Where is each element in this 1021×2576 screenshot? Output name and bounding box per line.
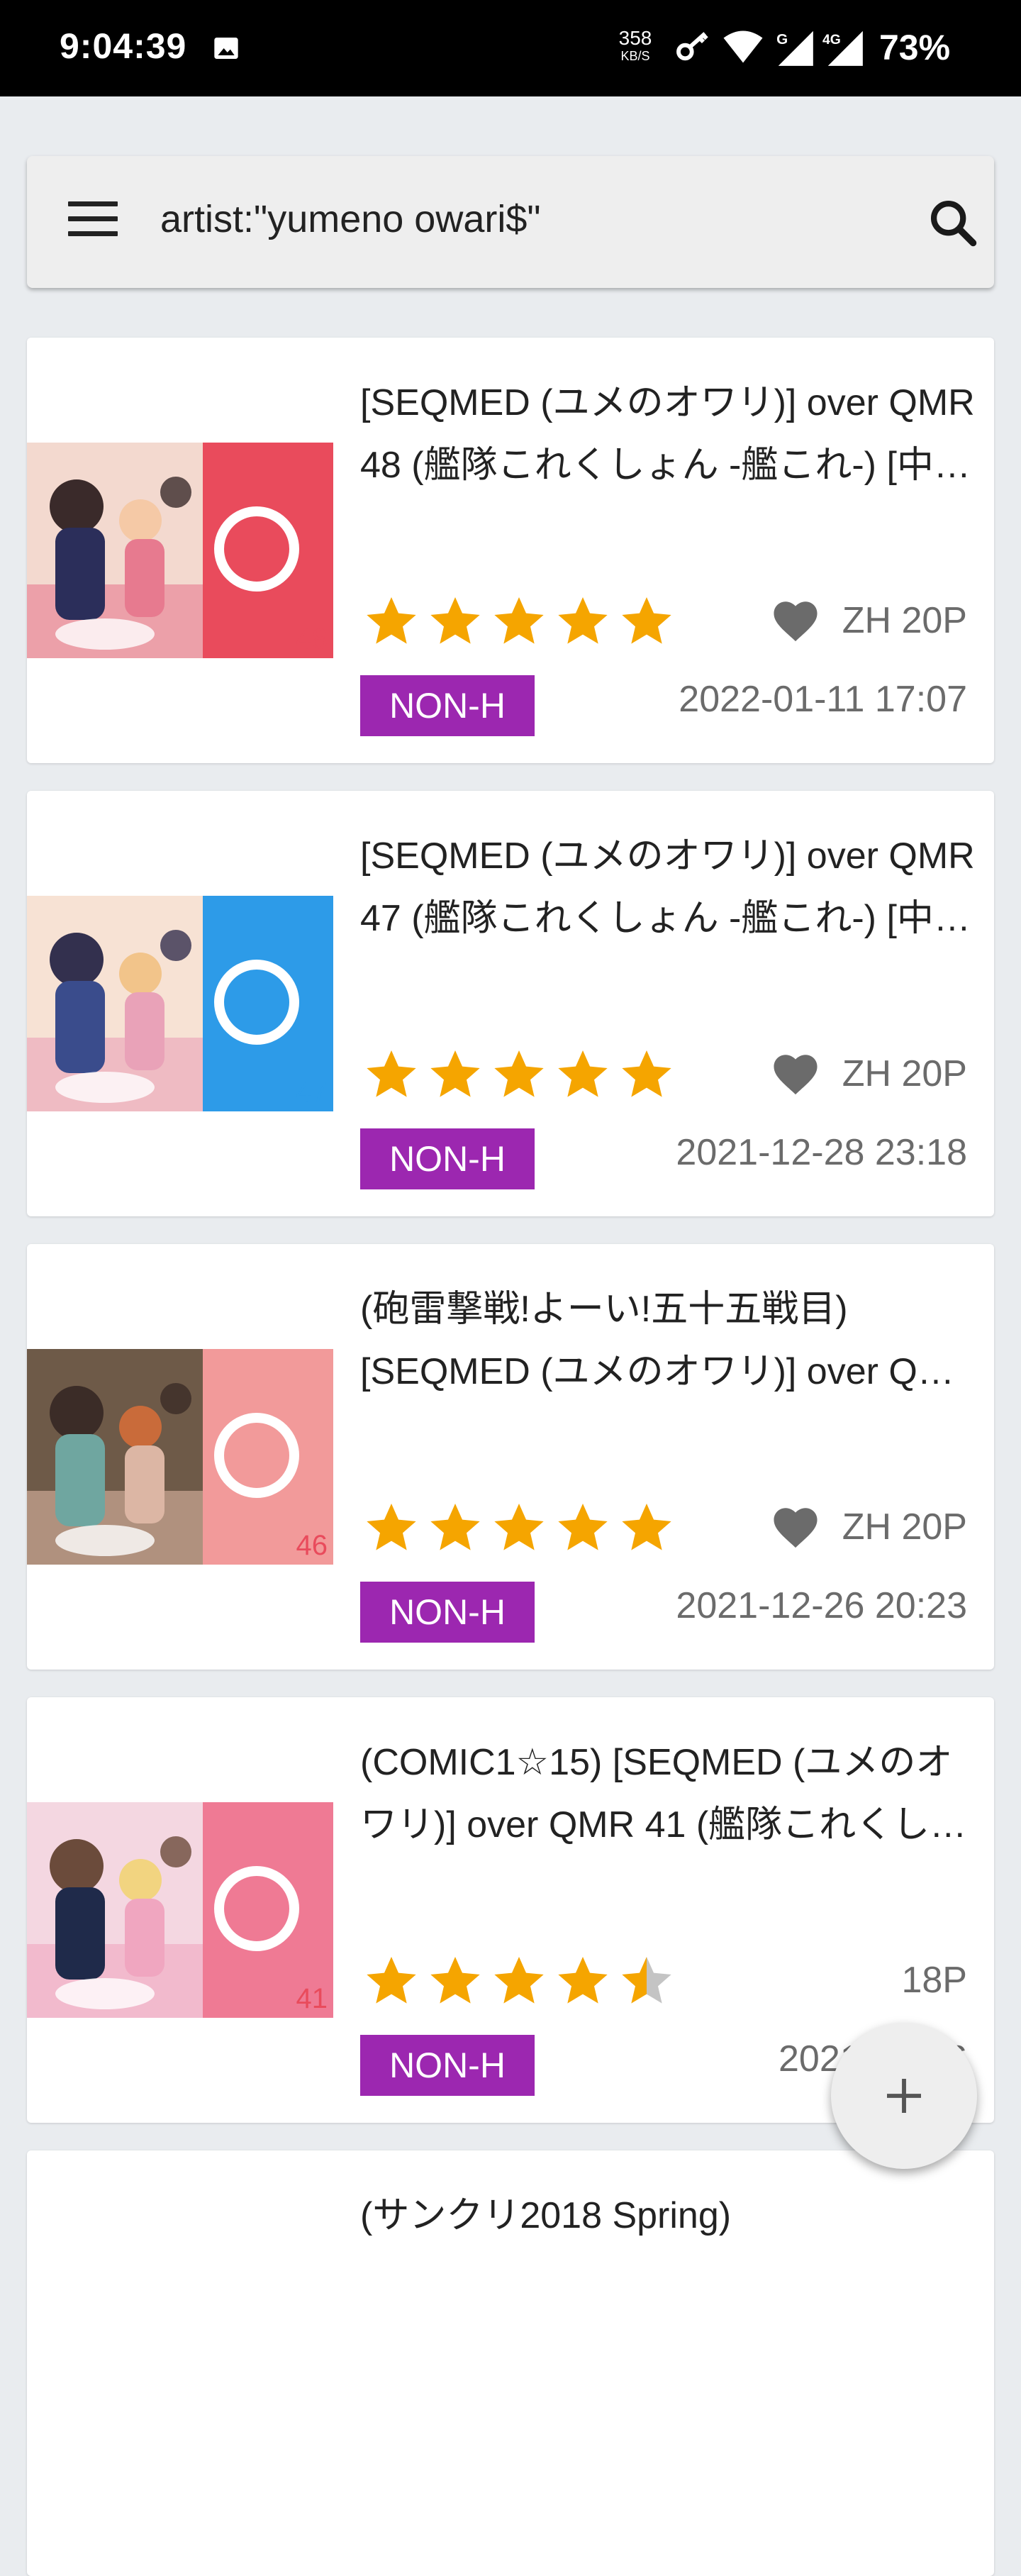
gallery-card[interactable]: 48 [SEQMED (ユメのオワリ)] over QMR 48 (艦隊これくし… <box>27 338 994 763</box>
add-fab-button[interactable] <box>831 2023 977 2169</box>
cover-art-image <box>27 443 203 658</box>
gallery-title: (サンクリ2018 Spring) <box>360 2195 732 2236</box>
cover-title-panel: 41 <box>203 1802 333 2018</box>
star-full-icon <box>363 1499 427 1556</box>
star-full-icon <box>363 1046 427 1103</box>
cover-issue-number: 48 <box>296 623 328 655</box>
gallery-meta: 18P <box>901 1948 967 2012</box>
cover-art-image <box>27 1802 203 2018</box>
posted-date: 2021-12-28 23:18 <box>676 1132 967 1173</box>
cover-title-panel: 48 <box>203 443 333 658</box>
category-badge: NON-H <box>360 675 535 736</box>
image-icon <box>214 38 238 59</box>
gallery-meta: ZH 20P <box>770 589 967 653</box>
language-pages: ZH 20P <box>842 1053 967 1094</box>
gallery-card[interactable]: 46 (砲雷撃戦!よーい!五十五戦目) [SEQMED (ユメのオワリ)] ov… <box>27 1244 994 1670</box>
star-full-icon <box>491 1953 554 2009</box>
cover-title-panel: 47 <box>203 896 333 1111</box>
star-full-icon <box>554 1499 618 1556</box>
star-full-icon <box>427 1046 491 1103</box>
cover-art-image <box>27 896 203 1111</box>
rating-stars <box>363 1953 682 2009</box>
category-badge: NON-H <box>360 1582 535 1643</box>
cover-art-image <box>27 1349 203 1565</box>
rating-stars <box>363 1046 682 1103</box>
star-full-icon <box>491 593 554 650</box>
gallery-title: (COMIC1☆15) [SEQMED (ユメのオワリ)] over QMR 4… <box>360 1742 967 1845</box>
star-full-icon <box>491 1046 554 1103</box>
svg-text:G: G <box>776 31 788 48</box>
category-badge: NON-H <box>360 2035 535 2096</box>
signal-g-icon: G <box>776 30 813 66</box>
posted-date: 2021-12-26 20:23 <box>676 1585 967 1626</box>
language-pages: 18P <box>901 1960 967 2001</box>
heart-icon[interactable] <box>770 1051 821 1097</box>
gallery-card[interactable]: (サンクリ2018 Spring) <box>27 2150 994 2576</box>
rating-stars <box>363 593 682 650</box>
gallery-title: [SEQMED (ユメのオワリ)] over QMR 47 (艦隊これくしょん … <box>360 835 975 939</box>
category-badge: NON-H <box>360 1128 535 1189</box>
gallery-title: [SEQMED (ユメのオワリ)] over QMR 48 (艦隊これくしょん … <box>360 382 975 486</box>
menu-icon[interactable] <box>68 201 118 243</box>
cover-issue-number: 41 <box>296 1983 328 2014</box>
signal-4g-icon: 4G <box>822 30 863 66</box>
language-pages: ZH 20P <box>842 600 967 641</box>
gallery-card[interactable]: 47 [SEQMED (ユメのオワリ)] over QMR 47 (艦隊これくし… <box>27 791 994 1216</box>
rating-stars <box>363 1499 682 1556</box>
gallery-meta: ZH 20P <box>770 1042 967 1106</box>
gallery-meta: ZH 20P <box>770 1495 967 1559</box>
language-pages: ZH 20P <box>842 1506 967 1548</box>
cover-issue-number: 46 <box>296 1530 328 1561</box>
search-bar[interactable]: artist:"yumeno owari$" <box>27 156 994 288</box>
heart-icon[interactable] <box>770 598 821 643</box>
network-speed: 358 KB/S <box>618 27 652 63</box>
star-full-icon <box>618 593 682 650</box>
search-input[interactable]: artist:"yumeno owari$" <box>160 197 541 241</box>
gallery-title: (砲雷撃戦!よーい!五十五戦目) [SEQMED (ユメのオワリ)] over … <box>360 1289 975 1392</box>
gallery-thumbnail[interactable]: 47 <box>27 896 333 1111</box>
star-full-icon <box>491 1499 554 1556</box>
cover-title-panel: 46 <box>203 1349 333 1565</box>
battery-level: 73% <box>879 28 951 67</box>
star-half-icon <box>618 1953 682 2009</box>
gallery-thumbnail[interactable]: 46 <box>27 1349 333 1565</box>
status-time: 9:04:39 <box>60 26 187 66</box>
star-full-icon <box>618 1499 682 1556</box>
star-full-icon <box>363 1953 427 2009</box>
star-full-icon <box>618 1046 682 1103</box>
star-full-icon <box>554 1046 618 1103</box>
posted-date: 2022-01-11 17:07 <box>679 679 967 720</box>
gallery-thumbnail[interactable]: 41 <box>27 1802 333 2018</box>
star-full-icon <box>427 1953 491 2009</box>
wifi-icon <box>723 30 763 63</box>
gallery-thumbnail[interactable]: 48 <box>27 443 333 658</box>
star-full-icon <box>427 1499 491 1556</box>
cover-issue-number: 47 <box>296 1077 328 1108</box>
heart-icon[interactable] <box>770 1504 821 1550</box>
status-bar: 9:04:39 358 KB/S G 4G 73% <box>0 0 1021 96</box>
plus-icon <box>887 2079 921 2113</box>
key-icon <box>676 32 708 61</box>
svg-text:4G: 4G <box>822 32 841 48</box>
star-full-icon <box>427 593 491 650</box>
star-full-icon <box>363 593 427 650</box>
star-full-icon <box>554 593 618 650</box>
star-full-icon <box>554 1953 618 2009</box>
search-icon[interactable] <box>926 196 980 250</box>
